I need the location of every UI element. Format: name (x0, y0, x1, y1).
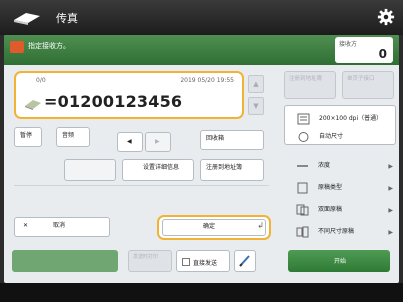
chevron-right-icon: ▶ (388, 185, 393, 192)
density-label: 浓度 (318, 162, 331, 169)
cancel-label: 取消 (53, 222, 66, 229)
enter-icon: ↲ (257, 221, 264, 230)
chevron-left-icon: ◀ (127, 138, 132, 145)
resolution-card[interactable]: 200×100 dpi（普通） 自动尺寸 (284, 105, 396, 145)
specify-destination-label: 指定接收方。 (28, 42, 70, 50)
register-subject-button[interactable]: 注册到地址簿 (284, 71, 336, 99)
set-details-label: 设置详细信息 (143, 164, 180, 171)
close-icon: ✕ (23, 222, 29, 229)
cursor-right-button[interactable]: ▶ (145, 132, 171, 152)
auto-size-setting[interactable]: 自动尺寸 (285, 126, 397, 148)
single-page-button[interactable]: 单页子接口 (342, 71, 394, 99)
counter-label: 接收方 (339, 41, 358, 48)
auto-size-label: 自动尺寸 (319, 133, 344, 140)
cursor-left-button[interactable]: ◀ (117, 132, 143, 152)
divider (14, 185, 269, 186)
set-details-button[interactable]: 设置详细信息 (122, 159, 194, 181)
duplex-label: 双面原稿 (318, 206, 343, 213)
page-title: 传真 (56, 12, 78, 25)
scroll-down-button[interactable]: ▼ (248, 97, 264, 115)
mixed-sizes-setting[interactable]: 不同尺寸原稿 ▶ (284, 221, 396, 243)
chevron-right-icon: ▶ (388, 229, 393, 236)
pen-icon (239, 255, 250, 267)
fax-destination-icon (25, 100, 41, 110)
resolution-icon (297, 113, 310, 125)
duplex-icon (296, 204, 309, 216)
disabled-button[interactable] (64, 159, 116, 181)
cancel-button[interactable]: ✕ 取消 (14, 217, 110, 237)
single-page-label: 单页子接口 (347, 76, 375, 82)
ok-label: 确定 (203, 223, 216, 230)
scroll-up-button[interactable]: ▲ (248, 75, 264, 93)
direct-send-toggle[interactable]: 直接发送 (176, 250, 230, 272)
resolution-label: 200×100 dpi（普通） (319, 115, 383, 122)
checkbox-icon (182, 258, 190, 266)
original-type-label: 原稿类型 (318, 184, 343, 191)
density-icon (297, 165, 308, 167)
counter-value: 0 (378, 47, 387, 61)
mixed-sizes-label: 不同尺寸原稿 (318, 228, 355, 235)
duplex-setting[interactable]: 双面原稿 ▶ (284, 199, 396, 221)
original-type-setting[interactable]: 原稿类型 ▶ (284, 177, 396, 199)
direct-send-label: 直接发送 (193, 260, 218, 267)
register-address-book-button[interactable]: 注册到地址簿 (200, 159, 264, 181)
pause-label: 暂停 (20, 132, 33, 139)
print-on-send-label: 发送时打印 (133, 254, 159, 260)
top-bar: 传真 (0, 0, 403, 35)
pause-button[interactable]: 暂停 (14, 127, 42, 147)
destination-counter: 接收方 0 (335, 37, 393, 63)
edit-button[interactable] (234, 250, 256, 272)
footer-bar (0, 283, 403, 302)
chevron-right-icon: ▶ (155, 138, 160, 145)
chevron-right-icon: ▶ (388, 163, 393, 170)
backspace-button[interactable]: 回收箱 (200, 130, 264, 150)
fax-icon (14, 13, 40, 25)
gear-icon[interactable] (377, 8, 395, 26)
mixed-sizes-icon (296, 226, 309, 238)
print-on-send-button[interactable]: 发送时打印 (128, 250, 172, 272)
tone-label: 音频 (62, 132, 75, 139)
destination-datetime: 2019 05/20 19:55 (180, 77, 234, 84)
register-address-book-label: 注册到地址簿 (206, 164, 243, 171)
tone-button[interactable]: 音频 (56, 127, 90, 147)
density-setting[interactable]: 浓度 ▶ (284, 155, 396, 177)
display-button[interactable] (12, 250, 118, 272)
backspace-label: 回收箱 (206, 135, 225, 142)
status-bar: 指定接收方。 接收方 0 (4, 35, 399, 65)
ok-button[interactable]: 确定 ↲ (157, 215, 271, 240)
original-type-icon (297, 182, 308, 194)
fax-panel: 指定接收方。 接收方 0 0/0 2019 05/20 19:55 =01200… (4, 35, 399, 283)
auto-size-icon (298, 132, 309, 142)
destination-icon (10, 41, 24, 53)
register-subject-label: 注册到地址簿 (289, 76, 323, 82)
chevron-right-icon: ▶ (388, 207, 393, 214)
bottom-bar: 发送时打印 直接发送 开始 (4, 250, 399, 274)
start-button[interactable]: 开始 (288, 250, 390, 272)
destination-field[interactable]: 0/0 2019 05/20 19:55 =01200123456 (14, 71, 244, 119)
fax-number: =01200123456 (44, 92, 183, 111)
destination-count: 0/0 (36, 77, 46, 84)
start-label: 开始 (334, 258, 347, 265)
